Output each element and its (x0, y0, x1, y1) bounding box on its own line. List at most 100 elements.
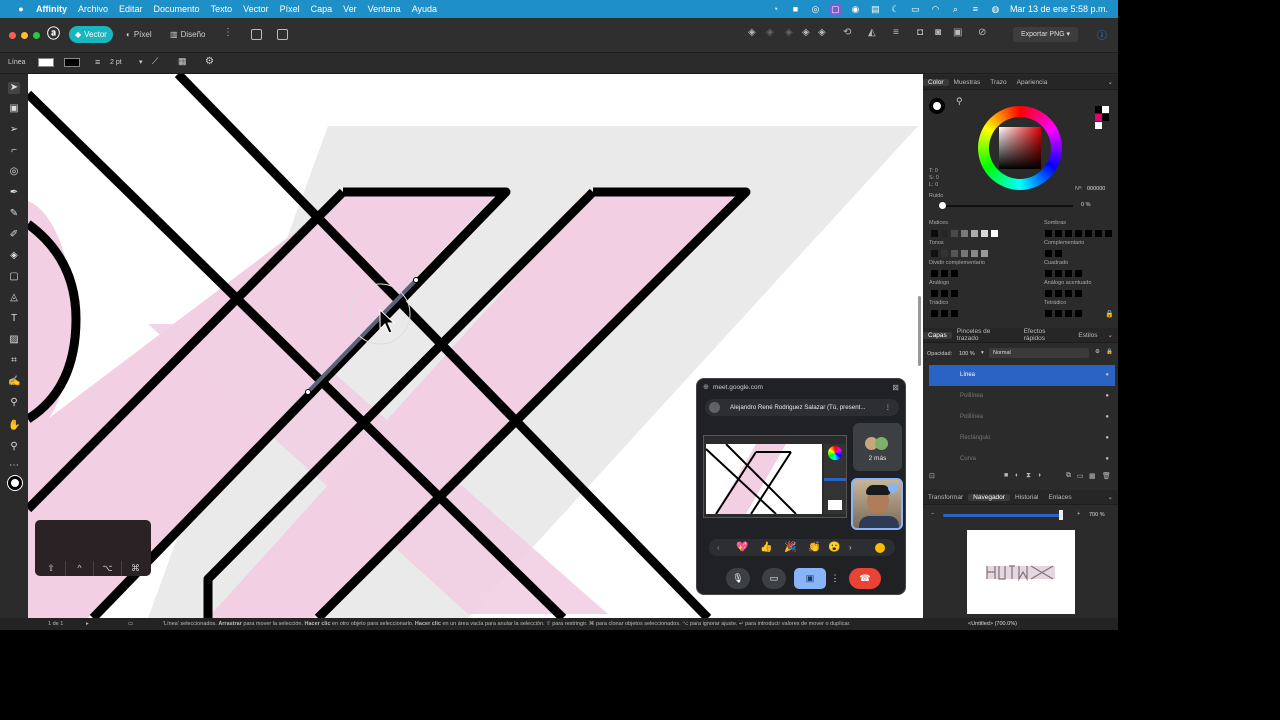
battery-icon[interactable]: ▭ (910, 4, 921, 15)
layer-grid-icon[interactable]: ▦ (1089, 472, 1096, 480)
layer-settings-icon[interactable]: ⚙ (1095, 349, 1100, 355)
harmony-swatch[interactable] (951, 230, 958, 237)
layer-mask-icon[interactable]: ■ (1004, 472, 1008, 479)
frame-text-tool-icon[interactable]: T (8, 313, 20, 325)
harmony-swatch[interactable] (981, 250, 988, 257)
apple-icon[interactable]: ● (14, 4, 28, 14)
navigator-preview[interactable] (967, 530, 1075, 614)
harmony-swatch[interactable] (1075, 270, 1082, 277)
harmony-swatch[interactable] (1045, 250, 1052, 257)
color-picker-icon[interactable]: ◎ (8, 166, 20, 178)
harmony-swatch[interactable] (1045, 290, 1052, 297)
pen-tool-icon[interactable]: ✒ (8, 187, 20, 199)
rectangle-tool-icon[interactable]: ▢ (8, 271, 20, 283)
tab-navigator[interactable]: Navegador (968, 493, 1010, 501)
harmony-swatch[interactable] (1055, 310, 1062, 317)
fill-swatch[interactable] (38, 58, 54, 67)
harmony-swatch[interactable] (1065, 270, 1072, 277)
menu-documento[interactable]: Documento (154, 4, 200, 14)
add-layer-icon[interactable]: ⧉ (1066, 472, 1071, 480)
reaction-party[interactable]: 🎉 (784, 539, 796, 556)
meet-close-icon[interactable]: ⊠ (892, 383, 899, 392)
harmony-swatch[interactable] (981, 230, 988, 237)
blend-mode-select[interactable]: Normal (989, 348, 1089, 358)
leave-call-button[interactable]: ☎ (849, 568, 881, 589)
dashed-icon[interactable]: ▦ (178, 56, 187, 67)
vector-crop-tool-icon[interactable]: ⌗ (8, 355, 20, 367)
menu-capa[interactable]: Capa (311, 4, 333, 14)
eyedropper-tool-icon[interactable]: ⚲ (8, 397, 20, 409)
add-group-icon[interactable]: ▭ (1077, 472, 1084, 480)
opacity-dropdown-icon[interactable]: ▾ (981, 350, 984, 356)
document-setup-icon[interactable] (251, 29, 262, 40)
artboard-tool-icon[interactable]: ▣ (8, 103, 20, 115)
stroke-swatch[interactable] (64, 58, 80, 67)
panel-collapse-icon[interactable]: ⌄ (1103, 78, 1118, 86)
noise-value[interactable]: 0 % (1081, 202, 1090, 208)
vertical-scrollbar[interactable] (918, 296, 921, 366)
screen-record-icon[interactable]: ■ (790, 4, 801, 15)
zoom-tool-icon[interactable]: ⚲ (8, 441, 20, 453)
reaction-thumbs-up[interactable]: 👍 (760, 539, 772, 556)
noise-slider-thumb[interactable] (939, 202, 946, 209)
harmony-swatch[interactable] (951, 250, 958, 257)
layer-row-rectangulo[interactable]: Rectángulo ● (929, 428, 1115, 449)
eye-icon[interactable]: ◉ (850, 4, 861, 15)
order-icon[interactable]: ◈ (785, 27, 793, 38)
tab-styles[interactable]: Estilos (1073, 332, 1102, 339)
harmony-swatch[interactable] (991, 230, 998, 237)
settings-icon[interactable]: ⚙ (205, 56, 214, 67)
eyedropper-icon[interactable]: ⚲ (956, 96, 963, 107)
emoji-picker-icon[interactable] (875, 543, 885, 553)
menu-ayuda[interactable]: Ayuda (412, 4, 437, 14)
move-back-icon[interactable]: ◈ (748, 27, 756, 38)
page-indicator[interactable]: 1 de 1 (48, 618, 63, 630)
tab-quick-fx[interactable]: Efectos rápidos (1019, 328, 1074, 342)
export-png-button[interactable]: Exportar PNG ▾ (1013, 27, 1079, 42)
snapping-icon[interactable]: ⊘ (978, 27, 986, 38)
tab-stroke-brushes[interactable]: Pinceles de trazado (952, 328, 1019, 342)
harmony-swatch[interactable] (951, 290, 958, 297)
meet-picture-in-picture[interactable]: ⊕ meet.google.com ⊠ Alejandro René Rodri… (696, 378, 906, 595)
presenter-more-icon[interactable]: ⋮ (885, 399, 891, 416)
grid-icon[interactable] (277, 29, 288, 40)
layer-filter-icon[interactable]: ⧗ (1026, 472, 1031, 480)
visibility-icon[interactable]: ● (1105, 407, 1109, 428)
persona-pixel-button[interactable]: ◐ Píxel (120, 26, 158, 43)
harmony-swatch[interactable] (1105, 230, 1112, 237)
minimize-window-button[interactable] (21, 32, 28, 39)
harmony-swatch[interactable] (941, 310, 948, 317)
harmony-swatch[interactable] (961, 230, 968, 237)
book-icon[interactable]: ▤ (870, 4, 881, 15)
swatch-black-2[interactable] (1102, 114, 1109, 121)
pencil-tool-icon[interactable]: ✎ (8, 208, 20, 220)
harmony-swatch[interactable] (931, 310, 938, 317)
zoom-out-icon[interactable]: − (931, 511, 934, 517)
harmony-swatch[interactable] (1055, 250, 1062, 257)
wifi-icon[interactable]: ◠ (930, 4, 941, 15)
tab-swatches[interactable]: Muestras (949, 79, 986, 86)
brush-tool-icon[interactable]: ✐ (8, 229, 20, 241)
harmony-swatch[interactable] (1045, 310, 1052, 317)
view-icon[interactable]: ▭ (128, 618, 133, 630)
group-icon[interactable]: ◈ (818, 27, 826, 38)
stroke-width-dropdown-icon[interactable]: ▾ (139, 58, 143, 66)
opacity-value[interactable]: 100 % (959, 351, 975, 357)
tab-transform[interactable]: Transformar (923, 494, 968, 501)
help-icon[interactable]: ⓘ (1097, 27, 1107, 42)
menu-texto[interactable]: Texto (211, 4, 233, 14)
tab-links[interactable]: Enlaces (1043, 494, 1076, 501)
menu-ver[interactable]: Ver (343, 4, 357, 14)
persona-design-button[interactable]: ▥ Diseño (164, 26, 211, 43)
flip-icon[interactable]: ◭ (868, 27, 876, 38)
harmony-swatch[interactable] (1065, 310, 1072, 317)
noise-slider[interactable] (941, 205, 1073, 207)
control-center-icon[interactable]: ≡ (970, 4, 981, 15)
boolean-add-icon[interactable]: ◘ (917, 27, 923, 38)
menu-ventana[interactable]: Ventana (368, 4, 401, 14)
zoom-slider[interactable] (943, 514, 1061, 517)
harmony-swatch[interactable] (1075, 290, 1082, 297)
layer-fx-icon[interactable]: ⊡ (929, 472, 935, 480)
microphone-button[interactable]: 🎙 (726, 568, 750, 589)
swatch-white-2[interactable] (1095, 122, 1102, 129)
